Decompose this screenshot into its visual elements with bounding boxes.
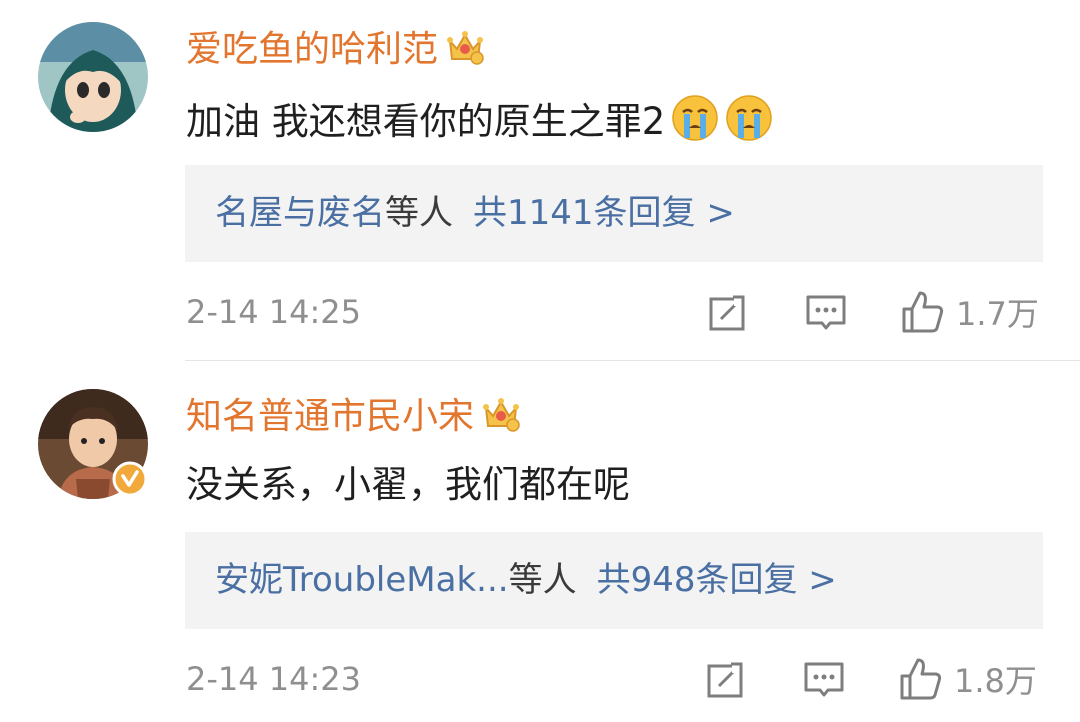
action-bar: 1.7万 (0, 287, 1080, 337)
reply-etal: 等人 (508, 560, 577, 600)
comment-text: 加油 我还想看你的原生之罪2 (186, 94, 773, 154)
avatar[interactable] (38, 22, 148, 132)
reply-etal: 等人 (385, 193, 453, 233)
action-bar: 1.8万 (0, 654, 1080, 704)
like-button[interactable]: 1.8万 (898, 654, 1037, 704)
like-button[interactable]: 1.7万 (900, 287, 1039, 337)
crown-icon (446, 29, 484, 76)
crying-face-icon (725, 94, 773, 154)
comment-item: 爱吃鱼的哈利范 加油 我还想看你的原生之罪2 名屋与废名等人 共1141条回复 … (0, 0, 1080, 360)
repost-button[interactable] (706, 287, 750, 337)
reply-count-link[interactable]: 共1141条回复 > (473, 193, 735, 233)
replies-preview[interactable]: 安妮TroubleMak...等人 共948条回复 > (185, 532, 1043, 629)
username[interactable]: 知名普通市民小宋 (186, 395, 520, 443)
comment-button[interactable] (804, 287, 848, 337)
reply-names[interactable]: 安妮TroubleMak... (215, 560, 509, 600)
comment-icon (804, 662, 844, 697)
comment-item: 知名普通市民小宋 没关系，小翟，我们都在呢 安妮TroubleMak...等人共… (0, 361, 1080, 722)
crown-icon (482, 396, 520, 443)
like-count: 1.7万 (956, 295, 1039, 333)
repost-icon (709, 294, 746, 331)
comment-icon (806, 295, 846, 330)
thumbs-up-icon (900, 658, 942, 700)
like-count: 1.8万 (954, 662, 1037, 700)
repost-icon (707, 661, 744, 698)
reply-count-link[interactable]: 共948条回复 > (597, 560, 837, 600)
username-label: 知名普通市民小宋 (186, 396, 475, 437)
thumbs-up-icon (902, 291, 944, 333)
crying-face-icon (671, 94, 719, 154)
comment-button[interactable] (802, 654, 846, 704)
comment-text: 没关系，小翟，我们都在呢 (186, 463, 630, 506)
username-label: 爱吃鱼的哈利范 (186, 29, 439, 70)
reply-names[interactable]: 名屋与废名 (215, 193, 385, 233)
replies-preview[interactable]: 名屋与废名等人 共1141条回复 > (185, 165, 1043, 262)
comment-text-label: 加油 我还想看你的原生之罪2 (186, 100, 666, 143)
username[interactable]: 爱吃鱼的哈利范 (186, 28, 484, 76)
repost-button[interactable] (704, 654, 748, 704)
verified-badge-icon (112, 461, 148, 497)
